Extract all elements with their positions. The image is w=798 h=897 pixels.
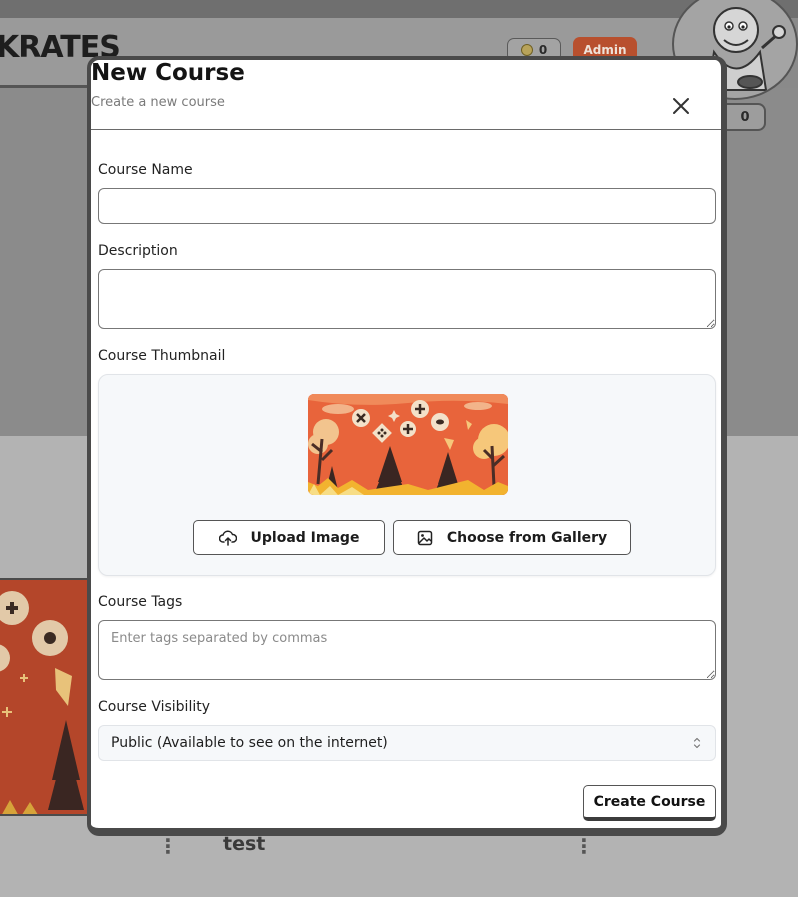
- image-icon: [417, 530, 433, 545]
- description-label: Description: [98, 243, 178, 259]
- kebab-menu-icon[interactable]: ⋮: [574, 836, 594, 856]
- kebab-menu-icon[interactable]: ⋮: [158, 836, 178, 856]
- dialog-header: New Course Create a new course: [91, 60, 721, 130]
- upload-image-label: Upload Image: [250, 529, 360, 546]
- coin-count: 0: [538, 43, 548, 57]
- close-icon: [673, 98, 689, 114]
- course-name-label: Course Name: [98, 162, 193, 178]
- upload-image-button[interactable]: Upload Image: [193, 520, 385, 555]
- chevron-up-down-icon: [693, 737, 701, 749]
- course-thumbnail-label: Course Thumbnail: [98, 348, 226, 364]
- close-button[interactable]: [669, 94, 693, 118]
- description-textarea[interactable]: [98, 269, 716, 329]
- dialog-title: New Course: [91, 60, 245, 86]
- background-course-title[interactable]: test: [223, 833, 265, 855]
- choose-from-gallery-button[interactable]: Choose from Gallery: [393, 520, 631, 555]
- course-tags-textarea[interactable]: [98, 620, 716, 680]
- course-visibility-selected: Public (Available to see on the internet…: [111, 735, 388, 751]
- background-top-bar: [0, 0, 798, 18]
- choose-from-gallery-label: Choose from Gallery: [446, 529, 608, 546]
- dialog-subtitle: Create a new course: [91, 95, 225, 110]
- background-course-thumbnail[interactable]: [0, 578, 92, 816]
- course-name-input[interactable]: [98, 188, 716, 224]
- course-visibility-label: Course Visibility: [98, 699, 210, 715]
- create-course-button[interactable]: Create Course: [583, 785, 716, 821]
- new-course-dialog: New Course Create a new course Course Na…: [87, 56, 727, 836]
- upload-cloud-icon: [218, 530, 237, 546]
- coin-icon: [520, 44, 533, 56]
- thumbnail-preview: [308, 394, 508, 495]
- thumbnail-panel: Upload Image Choose from Gallery: [98, 374, 716, 576]
- course-visibility-select[interactable]: Public (Available to see on the internet…: [98, 725, 716, 761]
- course-tags-label: Course Tags: [98, 594, 183, 610]
